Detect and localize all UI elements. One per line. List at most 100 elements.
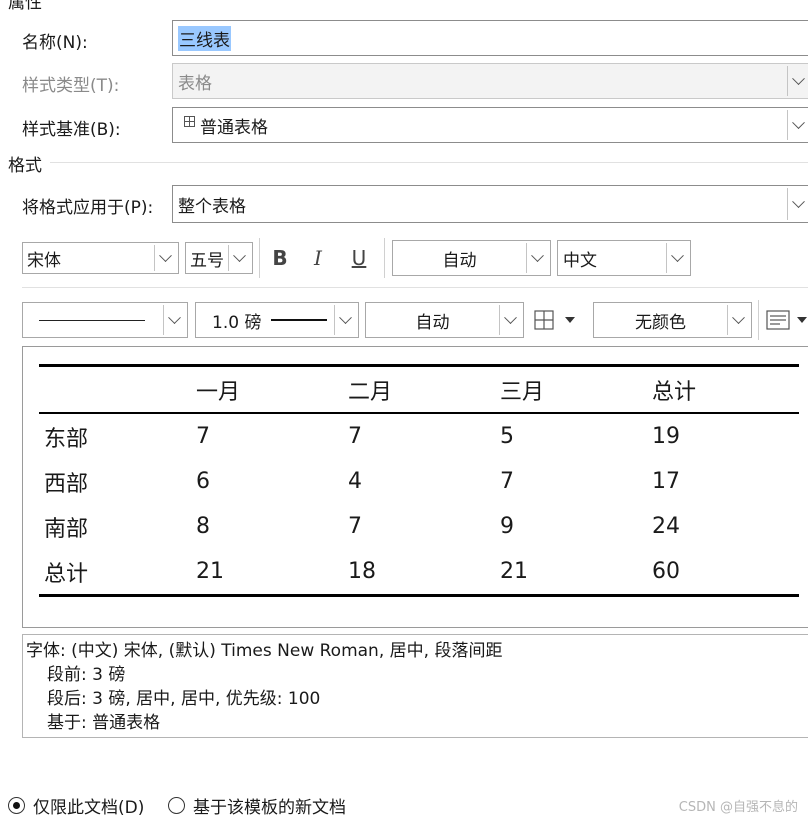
preview-cell: 7 xyxy=(348,514,362,539)
line-weight-select[interactable]: 1.0 磅 xyxy=(195,302,359,338)
fill-color-select[interactable]: 无颜色 xyxy=(593,302,752,338)
style-based-dropdown-button[interactable] xyxy=(787,110,808,140)
watermark: CSDN @自强不息的 xyxy=(678,800,798,815)
preview-table-header-row: 一月 二月 三月 总计 xyxy=(39,364,799,414)
chevron-down-icon xyxy=(792,115,805,129)
font-dropdown-button[interactable] xyxy=(154,245,176,271)
style-description: 字体: (中文) 宋体, (默认) Times New Roman, 居中, 段… xyxy=(22,634,808,738)
chevron-down-icon xyxy=(792,71,805,85)
font-color-select[interactable]: 自动 xyxy=(392,240,551,276)
description-line: 段后: 3 磅, 居中, 居中, 优先级: 100 xyxy=(47,689,321,709)
style-based-value: 普通表格 xyxy=(200,117,268,138)
style-type-value: 表格 xyxy=(178,73,212,94)
preview-cell: 7 xyxy=(348,424,362,449)
name-input-value: 三线表 xyxy=(178,25,231,51)
description-line: 字体: (中文) 宋体, (默认) Times New Roman, 居中, 段… xyxy=(26,641,503,661)
chevron-down-icon xyxy=(339,310,352,324)
preview-cell: 19 xyxy=(652,424,680,449)
alignment-icon xyxy=(766,310,790,330)
caret-down-icon xyxy=(797,317,807,323)
font-value: 宋体 xyxy=(27,250,61,271)
underline-button[interactable]: U xyxy=(346,243,372,273)
preview-row-label: 南部 xyxy=(44,516,89,542)
font-color-value: 自动 xyxy=(442,250,477,271)
style-type-dropdown-button[interactable] xyxy=(787,66,808,96)
preview-cell: 21 xyxy=(191,549,343,597)
radio-new-documents-template-label: 基于该模板的新文档 xyxy=(193,798,346,818)
preview-cell: 9 xyxy=(500,514,514,539)
line-weight-sample xyxy=(271,319,328,321)
section-properties-title: 属性 xyxy=(8,0,42,13)
fill-color-dropdown-button[interactable] xyxy=(727,305,749,335)
preview-cell: 5 xyxy=(500,424,514,449)
chevron-down-icon xyxy=(732,310,745,324)
toolbar-separator xyxy=(259,238,260,278)
toolbar-separator xyxy=(384,238,385,278)
preview-cell: 7 xyxy=(196,424,210,449)
table-row: 东部 7 7 5 19 xyxy=(39,413,799,459)
apply-to-dropdown-button[interactable] xyxy=(787,188,808,220)
border-color-select[interactable]: 自动 xyxy=(365,302,524,338)
apply-to-select[interactable]: 整个表格 xyxy=(172,185,808,223)
font-color-dropdown-button[interactable] xyxy=(526,243,548,273)
preview-header-cell: 二月 xyxy=(343,364,495,414)
style-based-select[interactable]: 普通表格 xyxy=(172,107,808,143)
script-dropdown-button[interactable] xyxy=(666,243,688,273)
italic-button[interactable]: I xyxy=(305,243,331,273)
style-type-label: 样式类型(T): xyxy=(22,76,120,96)
chevron-down-icon xyxy=(504,310,517,324)
preview-cell: 4 xyxy=(348,469,362,494)
borders-grid-icon xyxy=(534,310,554,330)
font-size-dropdown-button[interactable] xyxy=(228,245,250,271)
preview-row-label: 总计 xyxy=(39,549,191,597)
table-grid-icon xyxy=(184,116,195,127)
font-select[interactable]: 宋体 xyxy=(22,242,179,274)
section-format-title: 格式 xyxy=(8,156,42,176)
table-row: 总计 21 18 21 60 xyxy=(39,549,799,597)
toolbar-separator xyxy=(758,300,759,340)
chevron-down-icon xyxy=(792,194,805,208)
script-value: 中文 xyxy=(563,250,597,271)
borders-button[interactable] xyxy=(534,309,582,331)
cell-alignment-button[interactable] xyxy=(766,309,808,331)
preview-header-cell: 一月 xyxy=(191,364,343,414)
description-line: 段前: 3 磅 xyxy=(47,665,126,685)
preview-cell: 6 xyxy=(196,469,210,494)
style-based-label: 样式基准(B): xyxy=(22,120,121,140)
script-select[interactable]: 中文 xyxy=(557,240,691,276)
border-color-value: 自动 xyxy=(415,312,450,333)
line-style-dropdown-button[interactable] xyxy=(163,305,185,335)
style-type-select[interactable]: 表格 xyxy=(172,63,808,99)
font-size-value: 五号 xyxy=(190,250,224,271)
bold-button[interactable]: B xyxy=(267,243,293,273)
line-weight-value: 1.0 磅 xyxy=(212,312,262,333)
radio-only-this-document[interactable]: 仅限此文档(D) xyxy=(8,793,144,818)
border-color-dropdown-button[interactable] xyxy=(499,305,521,335)
chevron-down-icon xyxy=(159,248,172,262)
preview-cell: 21 xyxy=(495,549,647,597)
apply-to-label: 将格式应用于(P): xyxy=(22,198,154,218)
preview-table: 一月 二月 三月 总计 东部 7 7 5 19 西部 6 4 7 17 南部 8… xyxy=(39,364,799,597)
toolbar-divider xyxy=(22,287,808,288)
radio-only-this-document-label: 仅限此文档(D) xyxy=(33,798,145,818)
line-weight-dropdown-button[interactable] xyxy=(334,305,356,335)
chevron-down-icon xyxy=(233,248,246,262)
caret-down-icon xyxy=(565,317,575,323)
preview-cell: 7 xyxy=(500,469,514,494)
chevron-down-icon xyxy=(168,310,181,324)
line-style-sample xyxy=(39,320,145,321)
preview-cell: 60 xyxy=(647,549,799,597)
chevron-down-icon xyxy=(671,248,684,262)
description-line: 基于: 普通表格 xyxy=(47,713,161,733)
section-format-divider xyxy=(50,162,808,163)
preview-row-label: 东部 xyxy=(44,426,89,452)
name-label: 名称(N): xyxy=(22,33,88,53)
radio-new-documents-template[interactable]: 基于该模板的新文档 xyxy=(168,793,346,818)
preview-cell: 8 xyxy=(196,514,210,539)
line-style-select[interactable] xyxy=(22,302,188,338)
preview-row-label: 西部 xyxy=(44,471,89,497)
name-input[interactable]: 三线表 xyxy=(172,20,808,56)
preview-cell: 18 xyxy=(343,549,495,597)
style-preview: 一月 二月 三月 总计 东部 7 7 5 19 西部 6 4 7 17 南部 8… xyxy=(22,346,808,628)
font-size-select[interactable]: 五号 xyxy=(185,242,253,274)
